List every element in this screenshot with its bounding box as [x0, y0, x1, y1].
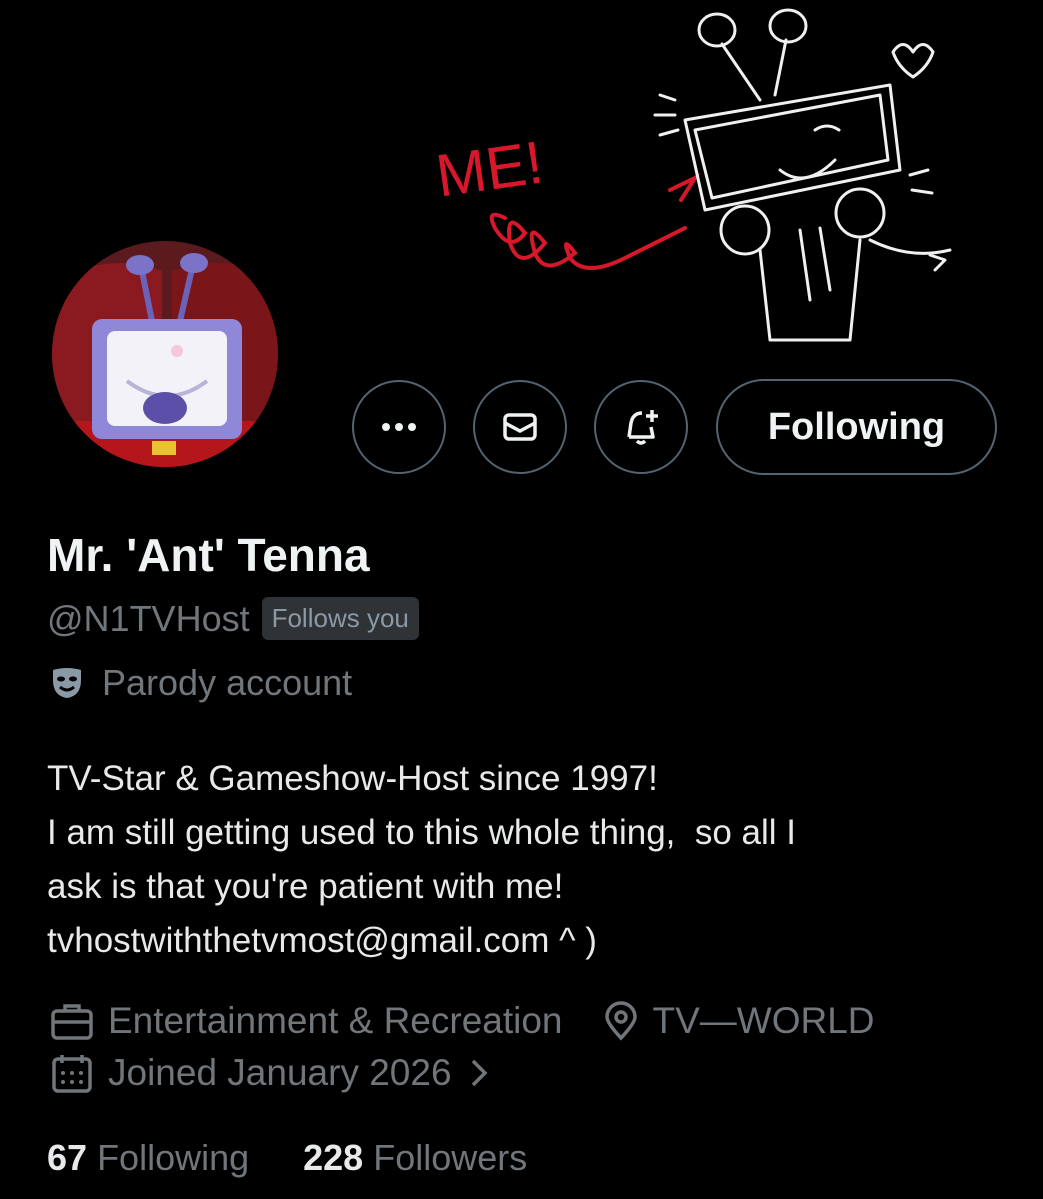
message-button[interactable] [473, 380, 567, 474]
envelope-icon [503, 413, 537, 441]
handle: @N1TVHost [47, 597, 250, 639]
parody-text: Parody account [102, 662, 353, 703]
calendar-icon [50, 1053, 94, 1093]
avatar-image [52, 241, 278, 467]
following-stat[interactable]: 67 Following [47, 1137, 249, 1179]
location-pin-icon [603, 1001, 639, 1041]
display-name: Mr. 'Ant' Tenna [47, 529, 370, 581]
bell-plus-icon [627, 410, 658, 445]
parody-label[interactable]: Parody account [50, 662, 352, 704]
following-label: Following [97, 1137, 250, 1178]
chevron-right-icon [470, 1058, 488, 1088]
bio-line: TV-Star & Gameshow-Host since 1997! [47, 759, 658, 798]
profile-meta-row[interactable]: Joined January 2026 [50, 1052, 502, 1094]
avatar[interactable] [52, 241, 278, 467]
follows-you-badge: Follows you [261, 597, 419, 640]
bio-line: I am still getting used to this whole th… [47, 813, 796, 852]
doodle-loops [489, 212, 687, 270]
following-button[interactable]: Following [716, 379, 997, 475]
follow-stats: 67 Following 228 Followers [47, 1137, 527, 1179]
briefcase-icon [50, 1001, 94, 1041]
more-icon [382, 423, 416, 431]
banner-doodle-text: ME! [432, 128, 547, 209]
handle-row: @N1TVHost Follows you [47, 597, 419, 640]
notifications-button[interactable] [594, 380, 688, 474]
theater-mask-icon [53, 668, 81, 698]
bio-line: ask is that you're patient with me! [47, 867, 564, 906]
followers-stat[interactable]: 228 Followers [303, 1137, 527, 1179]
doodle-arrowhead [668, 173, 701, 202]
followers-count: 228 [303, 1137, 364, 1178]
bio-line: tvhostwiththetvmost@gmail.com ^ ) [47, 921, 597, 960]
profile-meta-row: Entertainment & Recreation TV—WORLD [50, 1000, 875, 1042]
joined-text: Joined January 2026 [108, 1052, 452, 1093]
bio: TV-Star & Gameshow-Host since 1997! I am… [47, 752, 1007, 968]
followers-label: Followers [373, 1137, 528, 1178]
following-count: 67 [47, 1137, 88, 1178]
more-options-button[interactable] [352, 380, 446, 474]
category-text[interactable]: Entertainment & Recreation [108, 1000, 563, 1042]
location-text: TV—WORLD [652, 1000, 875, 1041]
